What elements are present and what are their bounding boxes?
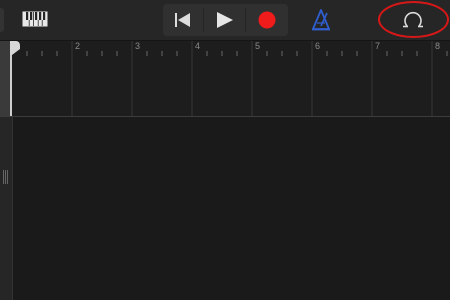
bar-number: 2 — [75, 41, 81, 51]
control-bar — [0, 0, 450, 41]
transport-divider — [203, 8, 204, 32]
view-toggle-button[interactable] — [0, 8, 4, 32]
bar-number: 5 — [255, 41, 261, 51]
piano-keyboard-icon[interactable] — [22, 10, 50, 28]
go-to-beginning-button[interactable] — [163, 4, 203, 36]
play-icon — [217, 12, 233, 28]
play-button[interactable] — [205, 4, 245, 36]
track-header-resize-handle[interactable] — [3, 170, 9, 184]
transport-divider — [245, 8, 246, 32]
loop-browser-icon — [403, 11, 423, 28]
transport-controls — [163, 4, 288, 36]
tracks-area[interactable] — [0, 117, 450, 300]
metronome-icon — [312, 9, 330, 31]
bar-number: 8 — [435, 41, 441, 51]
bar-number: 3 — [135, 41, 141, 51]
bar-number: 7 — [375, 41, 381, 51]
bar-number: 6 — [315, 41, 321, 51]
go-to-beginning-icon — [175, 13, 190, 27]
playhead-handle[interactable] — [10, 41, 20, 55]
track-header-strip — [0, 117, 13, 300]
record-icon — [258, 11, 276, 29]
bar-number: 4 — [195, 41, 201, 51]
timeline-ruler[interactable]: 2 3 4 5 6 7 8 — [0, 41, 450, 117]
loop-browser-button[interactable] — [396, 8, 430, 32]
ruler-ticks — [26, 41, 448, 116]
metronome-button[interactable] — [308, 7, 334, 33]
record-button[interactable] — [247, 4, 287, 36]
